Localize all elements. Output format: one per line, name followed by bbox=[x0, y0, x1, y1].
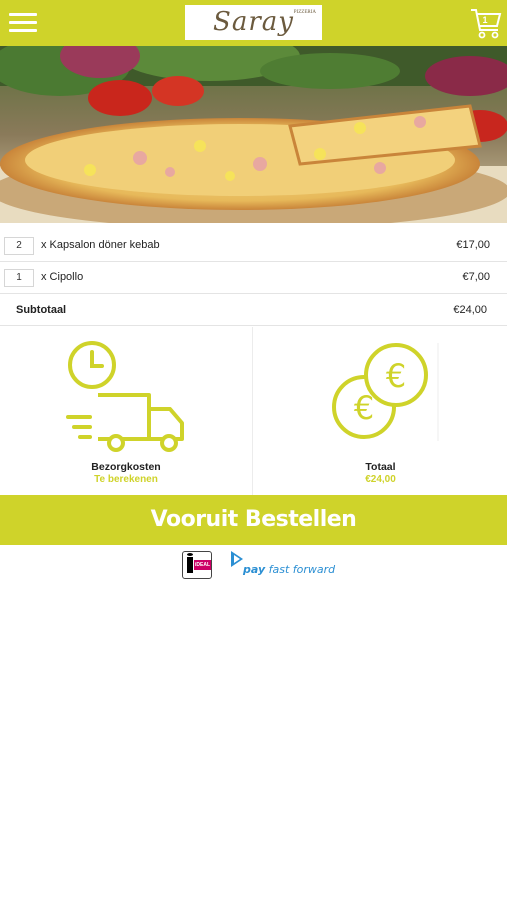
ideal-logo: iDEAL bbox=[182, 551, 212, 579]
logo-subtext: PIZZERIA bbox=[293, 10, 316, 15]
ideal-label: iDEAL bbox=[194, 560, 211, 570]
hero-pizza-image bbox=[0, 46, 507, 223]
payment-methods: iDEAL pay fast forward bbox=[0, 547, 507, 581]
quantity-input[interactable]: 1 bbox=[4, 269, 34, 287]
delivery-label: Bezorgkosten bbox=[91, 461, 161, 473]
quantity-input[interactable]: 2 bbox=[4, 237, 34, 255]
shopping-cart-icon[interactable]: 1 bbox=[469, 6, 503, 40]
item-price: €17,00 bbox=[456, 239, 490, 251]
delivery-card: Bezorgkosten Te berekenen bbox=[0, 327, 253, 495]
order-ahead-button[interactable]: Vooruit Bestellen bbox=[0, 495, 507, 545]
order-item-row: 2 x Kapsalon döner kebab €17,00 bbox=[0, 231, 507, 262]
item-price: €7,00 bbox=[462, 271, 490, 283]
euro-coins-icon: € € bbox=[332, 343, 439, 441]
summary-cards: Bezorgkosten Te berekenen € € Totaal €24… bbox=[0, 327, 507, 495]
delivery-truck-clock-icon bbox=[66, 341, 184, 452]
delivery-value: Te berekenen bbox=[94, 474, 158, 485]
pff-bold-label: pay bbox=[243, 563, 266, 576]
total-card: € € Totaal €24,00 bbox=[254, 327, 507, 495]
total-value: €24,00 bbox=[365, 474, 396, 485]
total-label: Totaal bbox=[365, 461, 396, 473]
item-name: x Cipollo bbox=[41, 271, 84, 283]
subtotal-row: Subtotaal €24,00 bbox=[0, 295, 507, 326]
pay-fast-forward-logo: pay fast forward bbox=[243, 563, 335, 576]
pff-rest-label: fast forward bbox=[265, 563, 336, 576]
ideal-dot bbox=[187, 553, 193, 556]
svg-text:€: € bbox=[386, 357, 406, 395]
order-item-row: 1 x Cipollo €7,00 bbox=[0, 263, 507, 294]
top-bar: Saray PIZZERIA 1 bbox=[0, 0, 507, 46]
subtotal-label: Subtotaal bbox=[16, 304, 67, 316]
ideal-bar bbox=[187, 557, 193, 573]
cart-count-badge: 1 bbox=[482, 15, 488, 25]
subtotal-value: €24,00 bbox=[453, 304, 487, 316]
hamburger-menu-icon[interactable] bbox=[9, 13, 37, 33]
item-name: x Kapsalon döner kebab bbox=[41, 239, 160, 251]
brand-logo[interactable]: Saray PIZZERIA bbox=[185, 5, 322, 40]
